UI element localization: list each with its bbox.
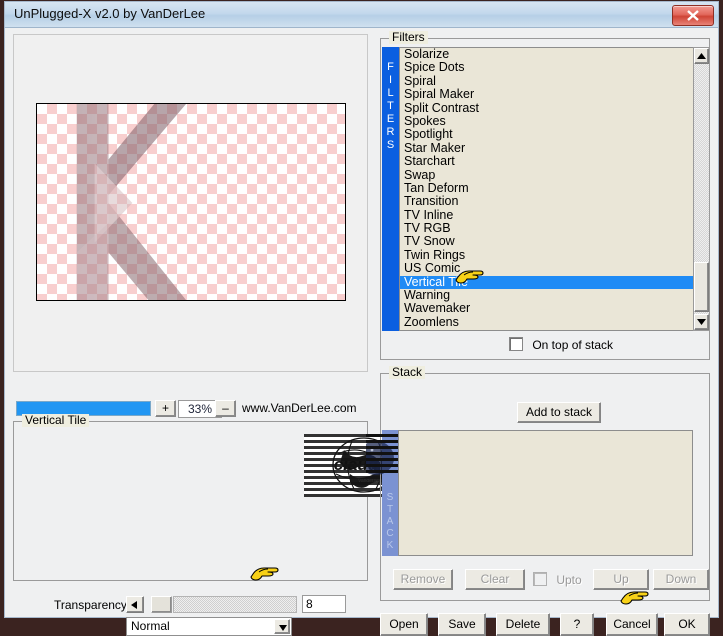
clear-button[interactable]: Clear	[465, 569, 525, 590]
cancel-button[interactable]: Cancel	[606, 613, 658, 636]
window-title: UnPlugged-X v2.0 by VanDerLee	[14, 6, 206, 21]
filter-list-item[interactable]: US Comic	[400, 261, 693, 275]
filter-result-group: Vertical Tile claudia vandersee	[13, 414, 423, 581]
stack-side-strip: S T A C K	[366, 430, 398, 556]
filters-strip-letter: F	[387, 61, 394, 73]
close-button[interactable]	[672, 5, 714, 26]
filter-list-item[interactable]: Spiral	[400, 74, 693, 88]
upto-row[interactable]: Upto	[533, 572, 582, 587]
filter-list-item[interactable]: Spiral Maker	[400, 87, 693, 101]
stack-strip-letter: S	[386, 492, 394, 503]
scroll-down-button[interactable]	[694, 314, 709, 330]
filter-list-item[interactable]: Split Contrast	[400, 101, 693, 115]
transparency-decrease-button[interactable]	[126, 596, 144, 613]
stack-logo-overflow	[366, 434, 398, 490]
filter-result-group-label: Vertical Tile	[22, 414, 90, 427]
filters-strip-letter: I	[388, 74, 393, 86]
filter-list-item-selected[interactable]: Vertical Tile	[400, 275, 693, 290]
add-to-stack-button[interactable]: Add to stack	[517, 402, 601, 423]
chevron-down-icon[interactable]	[274, 619, 290, 634]
zoom-out-button[interactable]: –	[215, 400, 236, 417]
left-arrow-icon	[131, 601, 137, 609]
filter-list-item[interactable]: Twin Rings	[400, 248, 693, 262]
website-link[interactable]: www.VanDerLee.com	[242, 401, 357, 415]
filter-list-item[interactable]: Zoomlens	[400, 315, 693, 329]
filters-strip-letter: L	[387, 87, 394, 99]
upto-checkbox[interactable]	[533, 572, 547, 586]
stack-strip-letter: T	[386, 504, 394, 515]
zoom-in-button[interactable]: +	[155, 400, 176, 417]
on-top-of-stack-checkbox[interactable]	[509, 337, 523, 351]
ok-button[interactable]: OK	[664, 613, 710, 636]
transparency-value-field[interactable]: 8	[302, 595, 346, 613]
upto-label: Upto	[556, 573, 582, 587]
filters-group-label: Filters	[389, 31, 428, 44]
preview-canvas[interactable]	[36, 103, 346, 301]
on-top-of-stack-row[interactable]: On top of stack	[509, 337, 613, 352]
filters-strip-letter: T	[387, 100, 394, 112]
screen: UnPlugged-X v2.0 by VanDerLee + 33% – ww…	[0, 0, 723, 636]
filter-list-item[interactable]: Spice Dots	[400, 60, 693, 74]
filter-list-item[interactable]: Spotlight	[400, 127, 693, 141]
scroll-up-button[interactable]	[694, 48, 709, 64]
filters-strip-letter: E	[386, 113, 395, 125]
filter-list-item[interactable]: Solarize	[400, 48, 693, 61]
on-top-of-stack-label: On top of stack	[532, 338, 614, 352]
chevron-down-icon	[697, 319, 706, 325]
save-button[interactable]: Save	[438, 613, 486, 636]
open-button[interactable]: Open	[380, 613, 428, 636]
filter-list-item[interactable]: Transition	[400, 194, 693, 208]
title-bar: UnPlugged-X v2.0 by VanDerLee	[5, 2, 718, 28]
scrollbar-thumb[interactable]	[694, 262, 709, 312]
stack-strip-letter: K	[386, 540, 394, 551]
stack-group-label: Stack	[389, 366, 426, 379]
filter-list-item[interactable]: Swap	[400, 168, 693, 182]
filters-side-strip: F I L T E R S	[382, 47, 399, 331]
chevron-up-icon	[697, 53, 706, 59]
up-button[interactable]: Up	[593, 569, 649, 590]
filter-list-item[interactable]: Tan Deform	[400, 181, 693, 195]
filter-list-item[interactable]: Starchart	[400, 154, 693, 168]
application-window: UnPlugged-X v2.0 by VanDerLee + 33% – ww…	[4, 1, 719, 636]
filter-list-item[interactable]: Star Maker	[400, 141, 693, 155]
filter-list-item[interactable]: TV RGB	[400, 221, 693, 235]
stack-list[interactable]	[398, 430, 693, 556]
filter-list-item[interactable]: TV Inline	[400, 208, 693, 222]
stack-strip-letter: A	[386, 516, 394, 527]
filters-scrollbar[interactable]	[693, 47, 710, 331]
down-button[interactable]: Down	[653, 569, 709, 590]
filters-group: Filters F I L T E R S Solarize Spice Dot…	[380, 31, 710, 360]
filter-list-item[interactable]: Wavemaker	[400, 302, 693, 316]
help-button[interactable]: ?	[560, 613, 594, 636]
filter-list-item[interactable]: Spokes	[400, 114, 693, 128]
delete-button[interactable]: Delete	[496, 613, 550, 636]
filters-strip-letter: R	[386, 126, 395, 138]
transparency-slider-thumb[interactable]	[151, 596, 172, 613]
stack-group: Stack Add to stack S T A C K Remove Clea…	[366, 366, 710, 601]
remove-button[interactable]: Remove	[393, 569, 453, 590]
preview-panel[interactable]	[13, 34, 368, 372]
close-icon	[687, 10, 699, 21]
preview-image	[76, 104, 187, 300]
stack-strip-letter: C	[386, 528, 394, 539]
filter-list-item[interactable]: Warning	[400, 288, 693, 302]
filters-strip-letter: S	[386, 139, 395, 151]
client-area: + 33% – www.VanDerLee.com Vertical Tile	[8, 30, 715, 636]
filter-list-item[interactable]: TV Snow	[400, 235, 693, 249]
filters-list[interactable]: Solarize Spice Dots Spiral Spiral Maker …	[399, 47, 693, 331]
blend-mode-value: Normal	[131, 619, 170, 633]
transparency-label: Transparency	[54, 598, 127, 612]
blend-mode-select[interactable]: Normal	[126, 617, 292, 636]
transparency-slider-track[interactable]	[173, 596, 297, 613]
